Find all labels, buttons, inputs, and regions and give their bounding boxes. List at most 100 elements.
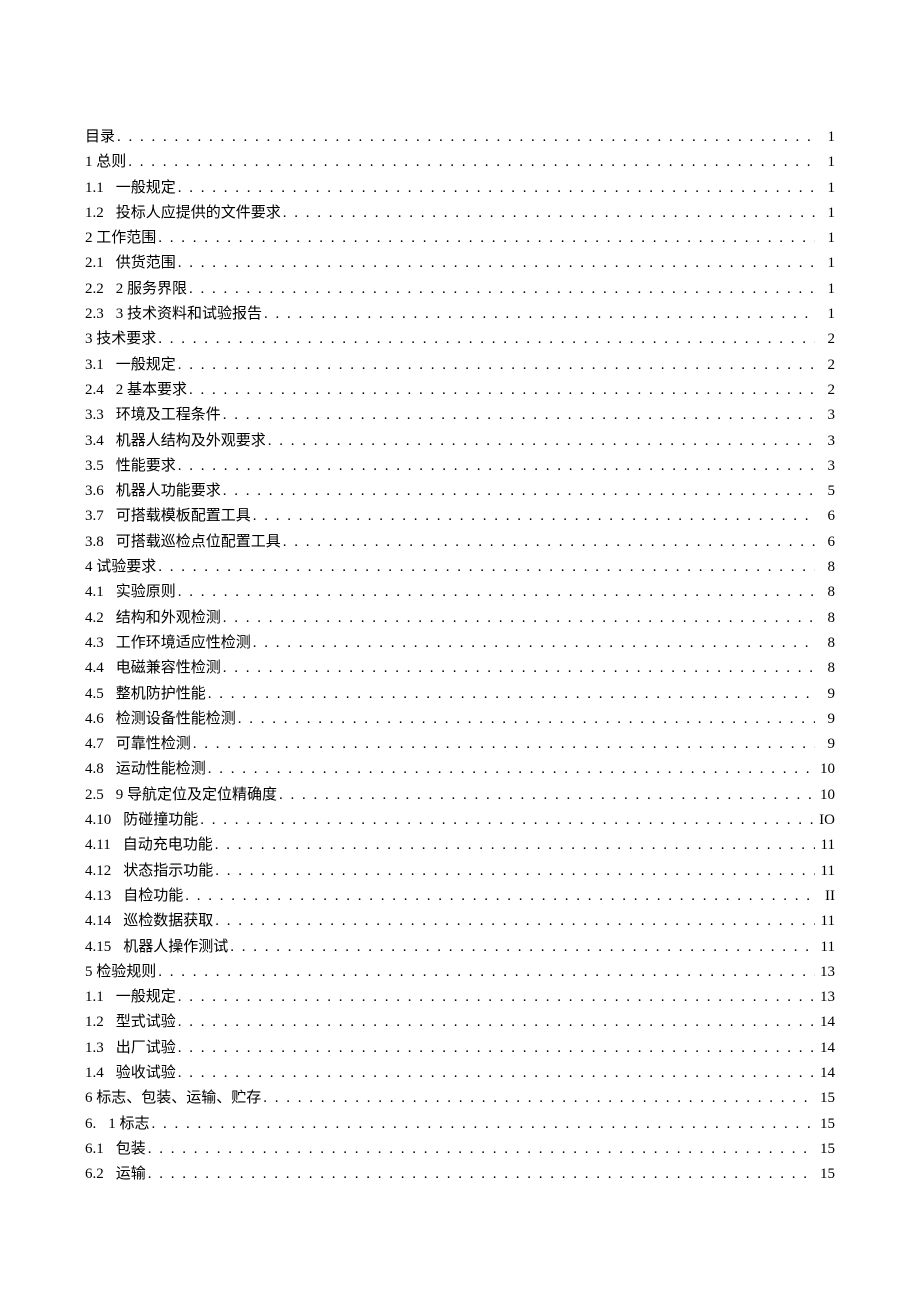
toc-entry: 1.2投标人应提供的文件要求 1 [85,206,835,221]
toc-title: 一般规定 [104,181,176,196]
toc-number: 2.3 [85,307,104,322]
toc-number: 3.5 [85,459,104,474]
toc-page-number: 14 [815,1066,835,1081]
toc-title: 机器人功能要求 [104,484,221,499]
toc-entry: 3.6机器人功能要求 5 [85,484,835,499]
toc-title: 验收试验 [104,1066,176,1081]
toc-title: 供货范围 [104,256,176,271]
toc-page-number: 11 [815,940,835,955]
toc-title: 可搭载巡检点位配置工具 [104,535,281,550]
toc-entry: 4.8运动性能检测10 [85,762,835,777]
toc-entry: 3.1一般规定2 [85,358,835,373]
toc-title: 包装 [104,1142,146,1157]
toc-page-number: 14 [815,1015,835,1030]
toc-leader-dots [126,155,815,170]
toc-number: 3.8 [85,535,104,550]
toc-page-number: 14 [815,1041,835,1056]
toc-leader-dots [191,737,815,752]
toc-leader-dots [187,282,815,297]
toc-page-number: 8 [815,611,835,626]
toc-entry: 1 总则1 [85,155,835,170]
toc-number: 4.10 [85,813,111,828]
toc-page-number: 15 [815,1142,835,1157]
toc-page-number: 8 [815,560,835,575]
toc-number: 4.7 [85,737,104,752]
toc-entry: 1.2型式试验 14 [85,1015,835,1030]
toc-entry: 4.11自动充电功能11 [85,838,835,853]
toc-page-number: 2 [815,358,835,373]
toc-page-number: 9 [815,687,835,702]
toc-number: 4.14 [85,914,111,929]
toc-leader-dots [156,231,815,246]
toc-page-number: 5 [815,484,835,499]
toc-title: 运动性能检测 [104,762,206,777]
toc-title: 实验原则 [104,585,176,600]
toc-number: 4.15 [85,940,111,955]
toc-title: 2 服务界限 [104,282,187,297]
toc-title: 自动充电功能 [111,838,213,853]
toc-leader-dots [221,611,815,626]
toc-entry: 6 标志、包装、运输、贮存15 [85,1091,835,1106]
toc-leader-dots [176,990,815,1005]
toc-page-number: 1 [815,130,835,145]
toc-entry: 4.7可靠性检测9 [85,737,835,752]
toc-leader-dots [206,687,815,702]
toc-leader-dots [146,1142,815,1157]
toc-leader-dots [221,661,815,676]
toc-title: 目录 [85,130,115,145]
toc-entry: 3.8可搭载巡检点位配置工具6 [85,535,835,550]
toc-page-number: 15 [815,1117,835,1132]
toc-title: 4 试验要求 [85,560,156,575]
toc-page-number: 1 [815,155,835,170]
toc-leader-dots [150,1117,815,1132]
toc-number: 1.3 [85,1041,104,1056]
toc-entry: 2.33 技术资料和试验报告1 [85,307,835,322]
toc-leader-dots [187,383,815,398]
toc-entry: 4.4电磁兼容性检测8 [85,661,835,676]
toc-title: 6 标志、包装、运输、贮存 [85,1091,261,1106]
toc-entry: 4.5整机防护性能9 [85,687,835,702]
toc-page-number: 15 [815,1167,835,1182]
toc-number: 1.2 [85,206,104,221]
toc-page-number: 1 [815,181,835,196]
toc-number: 3.6 [85,484,104,499]
toc-leader-dots [277,788,815,803]
toc-number: 4.3 [85,636,104,651]
toc-leader-dots [176,256,815,271]
toc-entry: 4.3工作环境适应性检测8 [85,636,835,651]
toc-page-number: 11 [815,914,835,929]
toc-page-number: 8 [815,636,835,651]
toc-entry: 3.4机器人结构及外观要求3 [85,434,835,449]
toc-leader-dots [176,358,815,373]
toc-number: 3.1 [85,358,104,373]
toc-title: 投标人应提供的文件要求 [104,206,281,221]
toc-title: 检测设备性能检测 [104,712,236,727]
toc-number: 6.1 [85,1142,104,1157]
toc-leader-dots [221,408,815,423]
toc-number: 1.2 [85,1015,104,1030]
toc-page-number: IO [815,813,835,828]
toc-number: 2.2 [85,282,104,297]
toc-entry: 4.13自检功能II [85,889,835,904]
toc-entry: 2.1供货范围1 [85,256,835,271]
toc-page-number: 13 [815,990,835,1005]
toc-entry: 4.10防碰撞功能IO [85,813,835,828]
toc-title: 型式试验 [104,1015,176,1030]
toc-leader-dots [146,1167,815,1182]
toc-page-number: 1 [815,206,835,221]
toc-leader-dots [156,965,815,980]
toc-number: 4.5 [85,687,104,702]
toc-entry: 1.1一般规定13 [85,990,835,1005]
toc-page-number: 11 [815,838,835,853]
toc-number: 1.1 [85,990,104,1005]
toc-entry: 4.6检测设备性能检测9 [85,712,835,727]
toc-entry: 4.12状态指示功能11 [85,864,835,879]
toc-leader-dots [251,636,815,651]
toc-page-number: 8 [815,585,835,600]
toc-leader-dots [206,762,815,777]
toc-page-number: 1 [815,307,835,322]
toc-title: 出厂试验 [104,1041,176,1056]
toc-leader-dots [213,914,815,929]
toc-entry: 1.4验收试验14 [85,1066,835,1081]
toc-leader-dots [156,332,815,347]
